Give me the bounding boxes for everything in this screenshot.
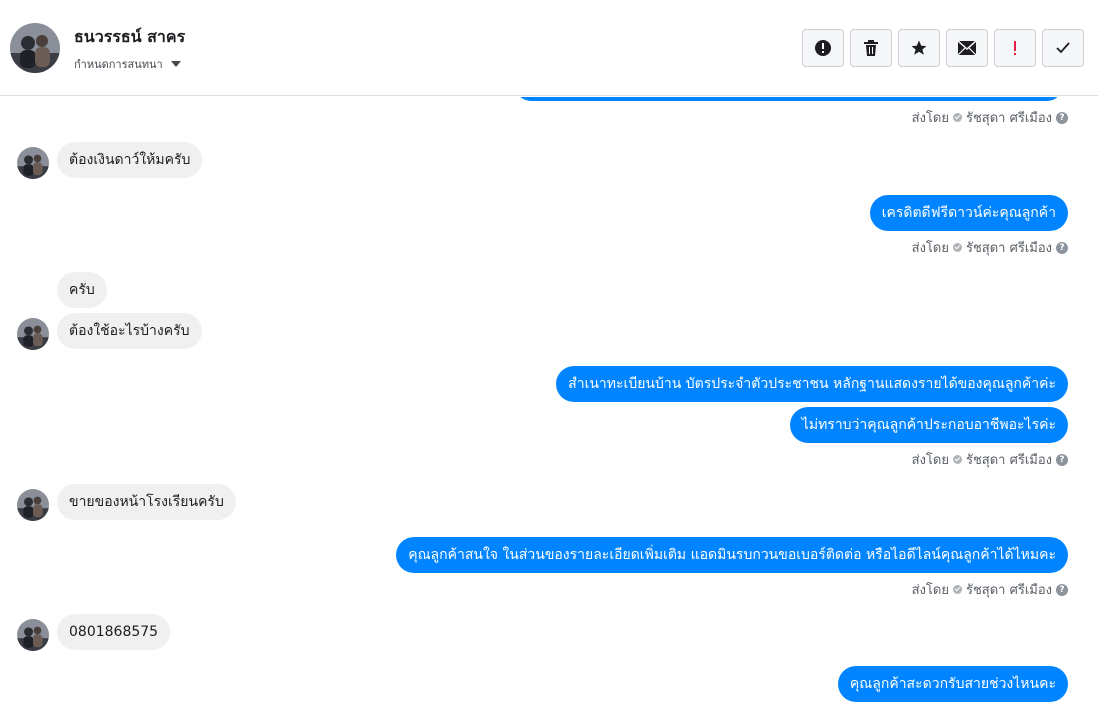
sent-by-label: ส่งโดย: [911, 453, 949, 468]
sent-by-row: ส่งโดย รัชสุดา ศรีเมือง ?: [912, 579, 1068, 600]
outgoing-message[interactable]: เครดิตดีฟรีดาวน์ค่ะคุณลูกค้า: [869, 195, 1068, 231]
incoming-message[interactable]: 0801868575: [57, 614, 171, 650]
report-button[interactable]: [802, 29, 844, 67]
star-icon: [911, 40, 927, 55]
sent-check-icon: [952, 455, 962, 464]
mark-unread-button[interactable]: [946, 29, 988, 67]
contact-name[interactable]: ธนวรรธน์ สาคร: [74, 25, 185, 50]
help-icon[interactable]: ?: [1056, 241, 1068, 254]
outgoing-message[interactable]: คุณลูกค้าสนใจ ในส่วนของรายละเอียดเพิ่มเต…: [396, 537, 1068, 573]
agent-name[interactable]: รัชสุดา ศรีเมือง: [966, 237, 1052, 258]
agent-name[interactable]: รัชสุดา ศรีเมือง: [966, 579, 1052, 600]
agent-name[interactable]: รัชสุดา ศรีเมือง: [966, 107, 1052, 128]
sent-by-label: ส่งโดย: [911, 241, 949, 256]
incoming-message[interactable]: ต้องเงินดาว์ให้มครับ: [57, 142, 203, 178]
conversation-header: ธนวรรธน์ สาคร กำหนดการสนทนา: [0, 0, 1098, 96]
message-thread[interactable]: ส่งโดย รัชสุดา ศรีเมือง ? ต้องเงินดาว์ให…: [0, 97, 1098, 709]
sent-by-row: ส่งโดย รัชสุดา ศรีเมือง ?: [912, 449, 1068, 470]
conversation-settings-dropdown[interactable]: กำหนดการสนทนา: [74, 55, 181, 73]
mark-done-button[interactable]: [1042, 29, 1084, 67]
star-button[interactable]: [898, 29, 940, 67]
sent-by-label: ส่งโดย: [911, 111, 949, 126]
contact-avatar-small[interactable]: [17, 619, 49, 651]
sent-by-row: ส่งโดย รัชสุดา ศรีเมือง ?: [912, 107, 1068, 128]
mark-spam-button[interactable]: [994, 29, 1036, 67]
incoming-message[interactable]: ขายของหน้าโรงเรียนครับ: [57, 484, 236, 520]
agent-name[interactable]: รัชสุดา ศรีเมือง: [966, 449, 1052, 470]
outgoing-message[interactable]: คุณลูกค้าสะดวกรับสายช่วงไหนคะ: [837, 666, 1068, 702]
sent-by-label: ส่งโดย: [911, 583, 949, 598]
help-icon[interactable]: ?: [1056, 111, 1068, 124]
delete-button[interactable]: [850, 29, 892, 67]
sent-check-icon: [952, 243, 962, 252]
help-icon[interactable]: ?: [1056, 453, 1068, 466]
action-toolbar: [802, 29, 1084, 67]
outgoing-message[interactable]: สำเนาทะเบียนบ้าน บัตรประจำตัวประชาชน หลั…: [556, 366, 1068, 402]
checkmark-icon: [1056, 42, 1070, 54]
envelope-icon: [957, 40, 977, 56]
contact-avatar-small[interactable]: [17, 489, 49, 521]
sent-check-icon: [952, 113, 962, 122]
outgoing-message-bubble-partial: [515, 97, 1063, 101]
help-icon[interactable]: ?: [1056, 583, 1068, 596]
sent-by-row: ส่งโดย รัชสุดา ศรีเมือง ?: [912, 237, 1068, 258]
incoming-message[interactable]: ต้องใช้อะไรบ้างครับ: [57, 313, 202, 349]
contact-avatar-small[interactable]: [17, 147, 49, 179]
conversation-settings-label: กำหนดการสนทนา: [74, 58, 163, 71]
alert-circle-icon: [815, 40, 831, 56]
exclamation-icon: [1014, 41, 1016, 55]
contact-avatar-small[interactable]: [17, 318, 49, 350]
sent-check-icon: [952, 585, 962, 594]
contact-avatar[interactable]: [10, 23, 60, 73]
incoming-message[interactable]: ครับ: [57, 272, 107, 308]
trash-icon: [864, 40, 878, 56]
caret-down-icon: [170, 61, 181, 67]
outgoing-message[interactable]: ไม่ทราบว่าคุณลูกค้าประกอบอาชีพอะไรค่ะ: [789, 407, 1068, 443]
